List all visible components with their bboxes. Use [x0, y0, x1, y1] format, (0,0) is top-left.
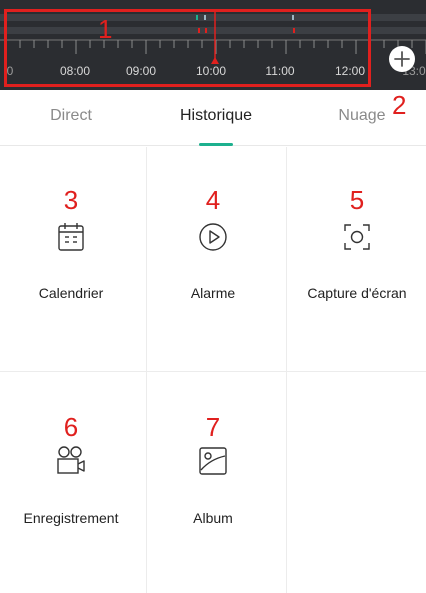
tab-nuage[interactable]: Nuage [338, 107, 385, 125]
tile-label: Alarme [190, 285, 236, 301]
calendar-icon [58, 223, 84, 251]
annotation-number: 6 [63, 412, 79, 442]
tile-label: Calendrier [38, 285, 104, 301]
tile-alarme[interactable]: 4 Alarme [142, 147, 284, 371]
plus-icon [394, 51, 410, 67]
tab-direct[interactable]: Direct [50, 107, 92, 125]
annotation-number: 5 [349, 185, 365, 215]
active-tab-indicator [199, 143, 233, 146]
annotation-number: 1 [98, 14, 113, 44]
tile-label: Enregistrement [23, 510, 119, 526]
tile-calendrier[interactable]: 3 Calendrier [0, 147, 142, 371]
annotation-number: 3 [63, 185, 79, 215]
tab-historique[interactable]: Historique [180, 107, 252, 125]
play-circle-icon [199, 223, 227, 251]
timeline-annotation-box [4, 9, 371, 87]
annotation-number: 7 [205, 412, 221, 442]
add-button[interactable] [389, 46, 415, 72]
timeline-scrubber[interactable]: 0 08:00 09:00 10:00 11:00 12:00 13:0 1 [0, 0, 426, 90]
tile-enregistrement[interactable]: 6 Enregistrement [0, 372, 142, 593]
feature-grid: 3 Calendrier 4 Alarme 5 Capture d'écran … [0, 147, 426, 593]
video-record-icon [57, 446, 85, 474]
annotation-number: 2 [392, 90, 407, 120]
tile-album[interactable]: 7 Album [142, 372, 284, 593]
tile-label: Capture d'écran [307, 285, 407, 301]
tab-bar: Direct Historique Nuage 2 [0, 90, 426, 146]
screenshot-icon [344, 224, 370, 250]
tile-label: Album [193, 510, 233, 526]
tile-capture-ecran[interactable]: 5 Capture d'écran [286, 147, 426, 371]
album-icon [199, 447, 227, 475]
annotation-number: 4 [205, 185, 221, 215]
